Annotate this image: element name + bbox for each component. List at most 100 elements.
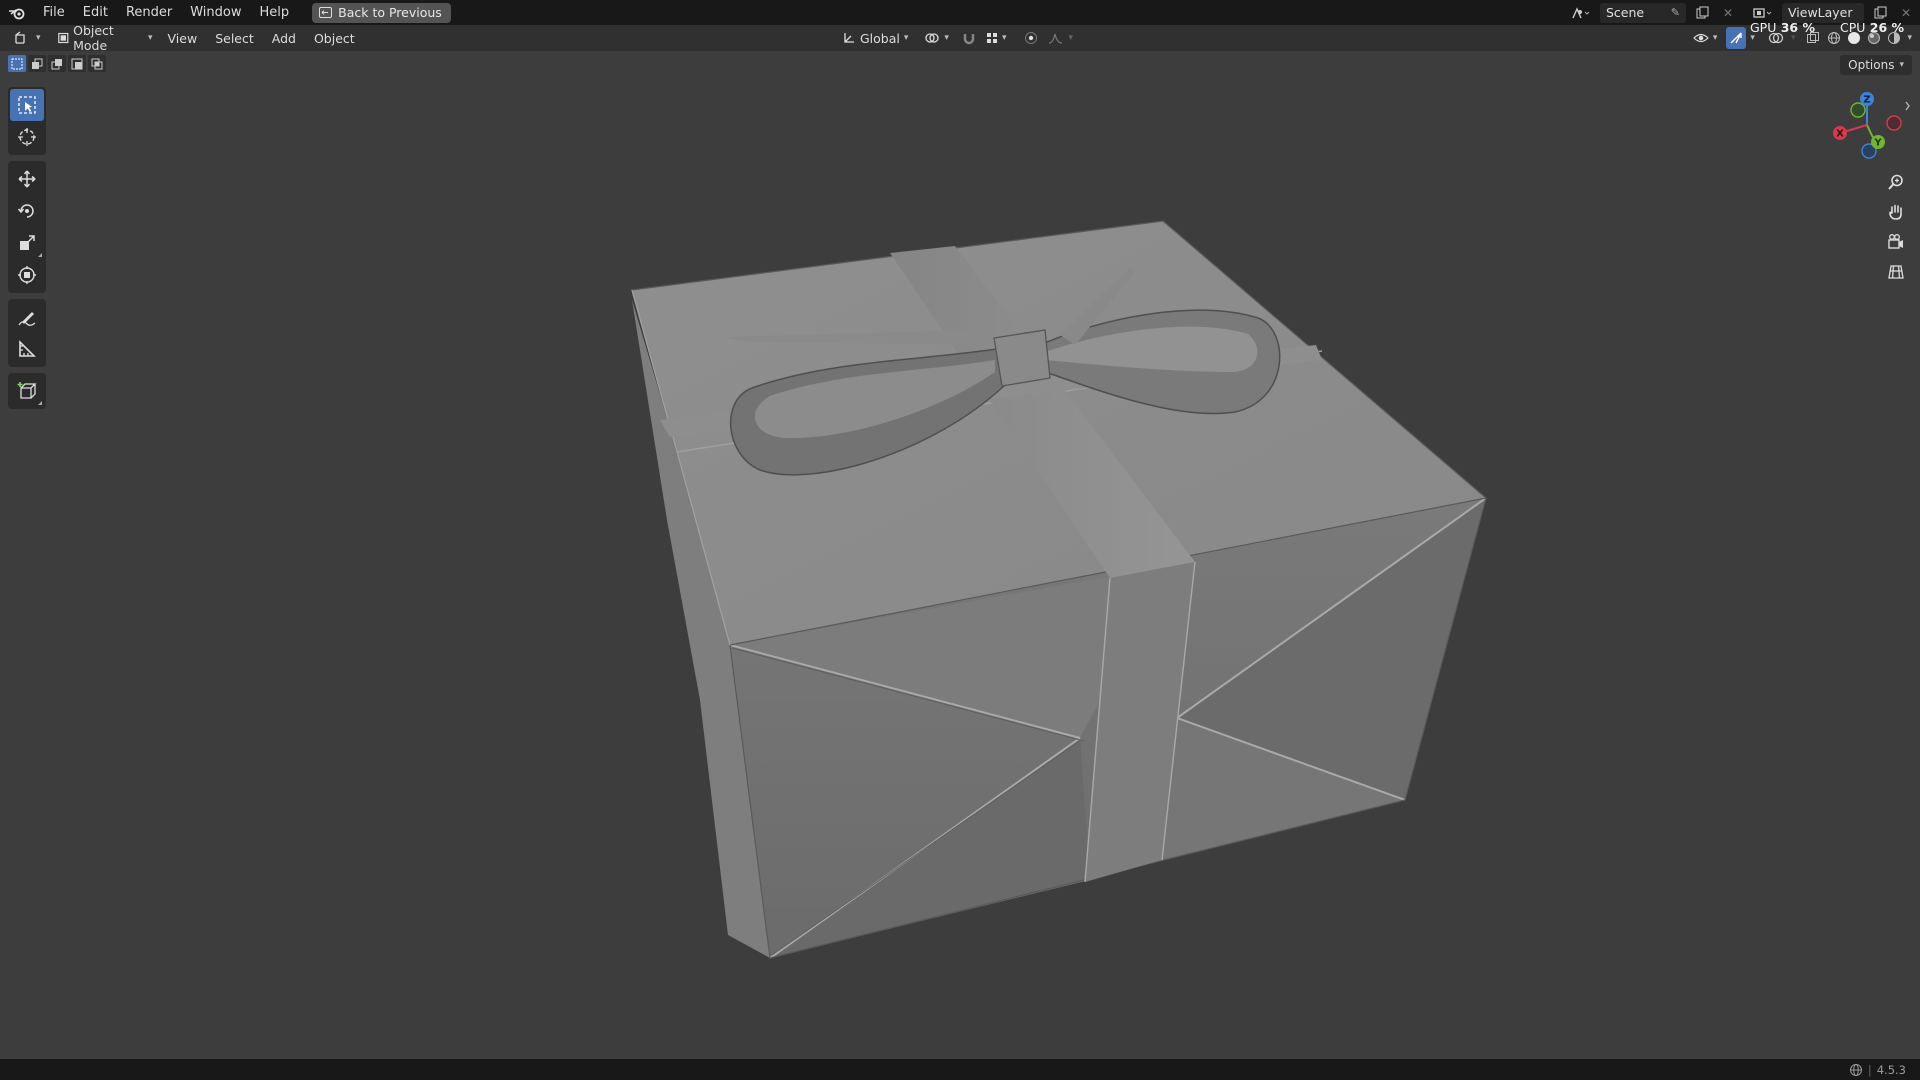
blender-logo-icon[interactable] bbox=[0, 0, 34, 25]
chevron-down-icon: ▾ bbox=[1712, 33, 1718, 43]
new-scene-icon[interactable] bbox=[1692, 3, 1712, 23]
chevron-down-icon: ▾ bbox=[1899, 60, 1904, 70]
pan-button[interactable] bbox=[1882, 198, 1910, 226]
select-invert-button[interactable] bbox=[68, 55, 86, 72]
tool-variants-indicator bbox=[38, 253, 42, 257]
pencil-icon bbox=[18, 312, 36, 326]
delete-scene-icon[interactable]: ✕ bbox=[1718, 3, 1738, 23]
menu-help[interactable]: Help bbox=[251, 0, 299, 25]
options-dropdown[interactable]: Options ▾ bbox=[1840, 55, 1912, 75]
menu-object[interactable]: Object bbox=[305, 31, 364, 46]
neg-x-axis-ball[interactable] bbox=[1886, 115, 1902, 131]
options-label: Options bbox=[1848, 58, 1895, 72]
gizmo-toggle[interactable] bbox=[1726, 27, 1747, 49]
projection-toggle-button[interactable] bbox=[1882, 258, 1910, 286]
cpu-stat: CPU 26 % bbox=[1840, 20, 1904, 35]
select-new-icon bbox=[11, 58, 23, 69]
chevron-down-icon: ▾ bbox=[1001, 33, 1007, 43]
scene-name-field[interactable]: Scene ✎ bbox=[1600, 2, 1686, 23]
cursor-tool[interactable] bbox=[10, 121, 44, 153]
blender-window: File Edit Render Window Help Back to Pre… bbox=[0, 0, 1920, 1080]
x-axis-label: X bbox=[1836, 129, 1844, 140]
scene-browse-icon[interactable] bbox=[1566, 3, 1594, 23]
zoom-button[interactable] bbox=[1882, 168, 1910, 196]
chevron-down-icon: ▾ bbox=[944, 33, 949, 43]
select-box-tool[interactable] bbox=[10, 89, 44, 121]
snap-toggle[interactable] bbox=[959, 27, 979, 49]
top-menu-bar: File Edit Render Window Help Back to Pre… bbox=[0, 0, 1920, 25]
menu-select[interactable]: Select bbox=[206, 31, 263, 46]
snap-target-dropdown[interactable]: ▾ bbox=[983, 27, 1010, 49]
navigation-controls bbox=[1882, 168, 1910, 286]
add-cube-tool[interactable] bbox=[10, 375, 44, 407]
zoom-icon bbox=[1888, 174, 1903, 190]
select-invert-icon bbox=[71, 58, 83, 69]
menu-view[interactable]: View bbox=[159, 31, 207, 46]
falloff-curve-icon bbox=[1049, 33, 1063, 44]
proportional-edit-icon bbox=[1025, 32, 1038, 44]
pin-icon[interactable]: ✎ bbox=[1671, 6, 1680, 19]
transform-tool[interactable] bbox=[10, 259, 44, 291]
grid-perspective-icon bbox=[1888, 265, 1904, 279]
3d-viewport-icon bbox=[15, 31, 25, 44]
menu-add[interactable]: Add bbox=[263, 31, 305, 46]
gpu-stat: GPU 36 % bbox=[1750, 20, 1815, 35]
navigation-gizmo[interactable]: Z X Y bbox=[1820, 90, 1910, 170]
magnet-icon bbox=[963, 34, 975, 45]
back-to-previous-button[interactable]: Back to Previous bbox=[312, 2, 451, 23]
select-extend-button[interactable] bbox=[28, 55, 46, 72]
selection-mode-buttons bbox=[8, 55, 106, 72]
move-tool[interactable] bbox=[10, 163, 44, 195]
version-label: 4.5.3 bbox=[1876, 1062, 1906, 1077]
view-layer-name: ViewLayer bbox=[1788, 5, 1853, 20]
object-visibility-dropdown[interactable]: ▾ bbox=[1690, 27, 1721, 49]
tool-group-select bbox=[8, 87, 46, 155]
tool-group-transform bbox=[8, 161, 46, 293]
chevron-down-icon: ▾ bbox=[36, 33, 41, 43]
tool-shelf bbox=[8, 87, 46, 415]
gift-box-model[interactable] bbox=[631, 220, 1488, 959]
select-subtract-button[interactable] bbox=[48, 55, 66, 72]
falloff-dropdown[interactable]: ▾ bbox=[1045, 27, 1076, 49]
scale-icon bbox=[20, 235, 35, 250]
pivot-icon bbox=[925, 33, 940, 43]
tool-group-annotate bbox=[8, 299, 46, 367]
shading-dropdown[interactable]: ▾ bbox=[1905, 27, 1914, 49]
camera-view-button[interactable] bbox=[1882, 228, 1910, 256]
hand-icon bbox=[1889, 204, 1902, 220]
pivot-point-dropdown[interactable]: ▾ bbox=[918, 27, 955, 49]
menu-edit[interactable]: Edit bbox=[74, 0, 117, 25]
camera-icon bbox=[1888, 234, 1903, 249]
ruler-icon bbox=[19, 340, 36, 357]
viewport-canvas[interactable] bbox=[0, 51, 1920, 1059]
chevron-down-icon: ▾ bbox=[148, 33, 153, 43]
measure-tool[interactable] bbox=[10, 333, 44, 365]
cpu-label: CPU bbox=[1840, 20, 1866, 35]
proportional-edit-toggle[interactable] bbox=[1021, 27, 1041, 49]
back-to-previous-label: Back to Previous bbox=[338, 5, 442, 20]
select-intersect-button[interactable] bbox=[88, 55, 106, 72]
snap-grid-icon bbox=[986, 33, 997, 43]
transform-controls: Global ▾ ▾ ▾ ▾ bbox=[836, 27, 1076, 49]
gizmo-icon bbox=[1730, 32, 1743, 44]
menu-render[interactable]: Render bbox=[117, 0, 181, 25]
editor-type-button[interactable]: ▾ bbox=[8, 27, 47, 49]
rotate-tool[interactable] bbox=[10, 195, 44, 227]
select-box-icon bbox=[18, 96, 36, 114]
rotate-icon bbox=[17, 204, 34, 218]
sidebar-toggle-icon[interactable] bbox=[1905, 101, 1910, 111]
cpu-value: 26 % bbox=[1869, 20, 1905, 35]
select-new-button[interactable] bbox=[8, 55, 26, 72]
bow-knot bbox=[993, 329, 1051, 387]
annotate-tool[interactable] bbox=[10, 301, 44, 333]
transform-orientation-dropdown[interactable]: Global ▾ bbox=[836, 27, 914, 49]
orientation-axes-icon bbox=[844, 33, 854, 43]
mode-dropdown[interactable]: Object Mode ▾ bbox=[51, 23, 159, 53]
eye-icon bbox=[1693, 33, 1709, 43]
y-axis-label: Y bbox=[1873, 138, 1882, 149]
menu-window[interactable]: Window bbox=[181, 0, 250, 25]
transform-orientation-label: Global bbox=[860, 30, 900, 46]
globe-icon[interactable] bbox=[1849, 1063, 1863, 1077]
menu-file[interactable]: File bbox=[34, 0, 74, 25]
scale-tool[interactable] bbox=[10, 227, 44, 259]
